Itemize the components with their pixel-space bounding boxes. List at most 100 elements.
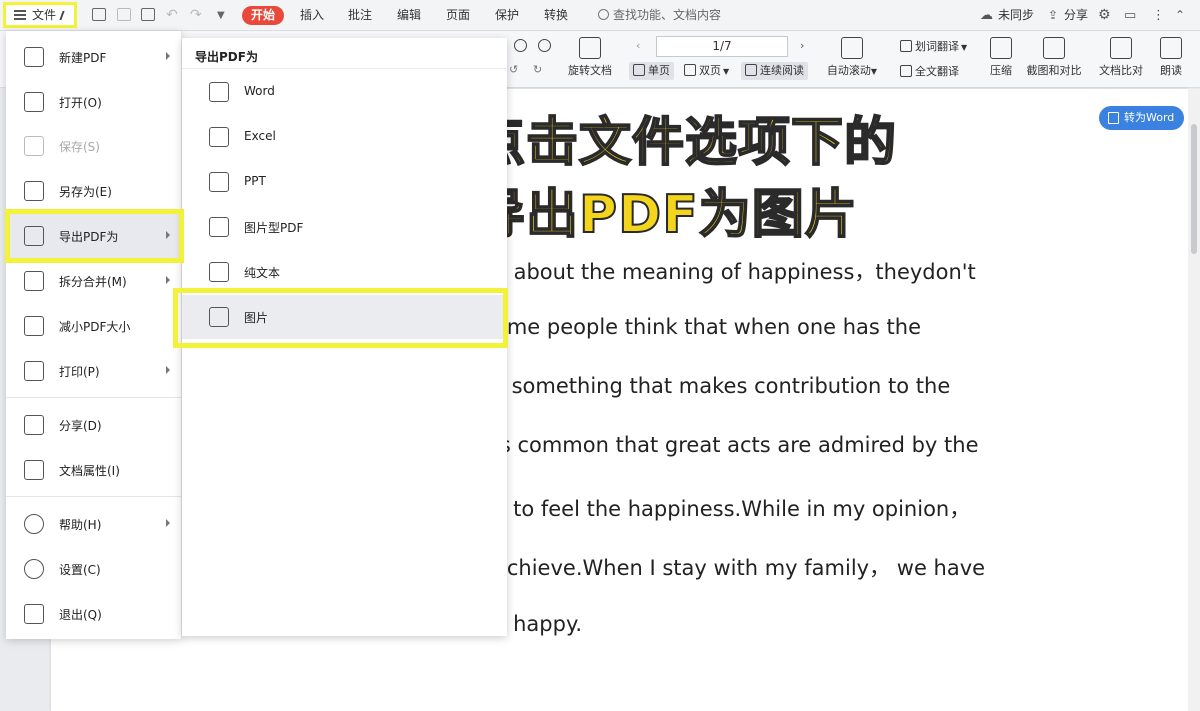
menu-item-label: 分享(D) (59, 419, 102, 433)
word-translate-icon (900, 40, 912, 52)
tab-convert[interactable]: 转换 (544, 0, 568, 31)
read-aloud-button[interactable]: 朗读 (1156, 37, 1186, 78)
next-page-icon[interactable]: › (800, 37, 804, 55)
menu-item-save[interactable]: 保存(S) (6, 124, 182, 168)
word-translate-label: 划词翻译 (915, 40, 959, 53)
file-menu-button[interactable]: 文件 (3, 2, 77, 28)
message-icon[interactable]: ▭ (1124, 0, 1136, 31)
rotate-doc-icon (579, 37, 601, 59)
hamburger-icon (14, 10, 26, 20)
rotate-left-icon[interactable]: ↺ (509, 61, 518, 79)
ppt-icon (209, 172, 229, 192)
cloud-icon: ☁ (980, 8, 993, 23)
menu-item-settings[interactable]: 设置(C) (6, 547, 182, 591)
undo-icon[interactable]: ↶ (166, 0, 178, 31)
auto-scroll-label: 自动滚动 (826, 64, 871, 77)
menu-item-doc-properties[interactable]: 文档属性(I) (6, 448, 182, 492)
compress-label: 压缩 (990, 64, 1012, 77)
menu-item-print[interactable]: 打印(P) (6, 349, 182, 393)
sync-status[interactable]: 未同步 (998, 0, 1034, 31)
word-icon (209, 82, 229, 102)
plain-text-icon (209, 262, 229, 282)
gear-icon[interactable]: ⚙ (1098, 0, 1111, 31)
highlight-export-pdf (5, 209, 184, 263)
menu-item-split-merge[interactable]: 拆分合并(M) (6, 259, 182, 303)
image-pdf-icon (209, 217, 229, 237)
tab-start[interactable]: 开始 (242, 6, 284, 25)
menu-item-new-pdf[interactable]: 新建PDF (6, 35, 182, 79)
search-box[interactable]: 查找功能、文档内容 (598, 0, 721, 31)
more-icon[interactable]: ⋮ (1152, 0, 1165, 31)
customize-dropdown-icon[interactable]: ▼ (217, 0, 225, 31)
rotate-right-icon[interactable]: ↻ (533, 61, 542, 79)
single-page-button[interactable]: 单页 (629, 62, 674, 80)
menu-item-label: 另存为(E) (59, 185, 112, 199)
zoom-in-icon[interactable] (538, 39, 551, 52)
read-aloud-label: 朗读 (1160, 64, 1182, 77)
redo-icon[interactable]: ↷ (190, 0, 202, 31)
full-translate-icon (900, 65, 912, 77)
menu-item-help[interactable]: 帮助(H) (6, 502, 182, 546)
tab-protect[interactable]: 保护 (495, 0, 519, 31)
exit-icon (24, 604, 44, 624)
open-folder-icon[interactable] (92, 8, 106, 21)
document-line: s something that makes contribution to t… (494, 374, 951, 398)
doc-compare-button[interactable]: 文档比对 (1095, 37, 1147, 78)
export-image-pdf-item[interactable]: 图片型PDF (182, 205, 507, 249)
menu-item-label: 设置(C) (59, 563, 101, 577)
word-translate-button[interactable]: 划词翻译 ▼ (900, 38, 967, 56)
convert-to-word-button[interactable]: 转为Word (1099, 106, 1184, 130)
screenshot-compare-button[interactable]: 截图和对比 (1024, 37, 1084, 78)
menu-item-open[interactable]: 打开(O) (6, 80, 182, 124)
zoom-out-icon[interactable] (514, 39, 527, 52)
full-translate-button[interactable]: 全文翻译 (900, 63, 959, 81)
continuous-reading-button[interactable]: 连续阅读 (741, 62, 808, 80)
menu-item-label: 减小PDF大小 (59, 320, 131, 334)
menu-item-label: 打印(P) (59, 365, 100, 379)
rotate-doc-button[interactable]: 旋转文档 (563, 37, 617, 78)
compress-icon (990, 37, 1012, 59)
double-page-button[interactable]: 双页 ▼ (684, 62, 729, 80)
excel-icon (209, 127, 229, 147)
menu-item-reduce-size[interactable]: 减小PDF大小 (6, 304, 182, 348)
document-line: ome people think that when one has the (494, 315, 922, 339)
menu-item-label: 退出(Q) (59, 608, 102, 622)
menu-item-exit[interactable]: 退出(Q) (6, 592, 182, 636)
page-indicator[interactable]: 1/7 (656, 36, 788, 57)
file-menu: 新建PDF 打开(O) 保存(S) 另存为(E) 导出PDF为 拆分合并(M) … (6, 31, 182, 639)
menu-item-save-as[interactable]: 另存为(E) (6, 169, 182, 213)
auto-scroll-button[interactable]: 自动滚动▼ (823, 37, 881, 78)
tab-edit[interactable]: 编辑 (397, 0, 421, 31)
vertical-scrollbar[interactable] (1188, 89, 1200, 711)
document-line: achieve.When I stay with my family， we h… (494, 556, 986, 580)
save-icon (24, 136, 44, 156)
export-item-label: Word (244, 84, 275, 98)
full-translate-label: 全文翻译 (915, 65, 959, 78)
submenu-arrow-icon (166, 519, 170, 527)
continuous-reading-icon (745, 64, 757, 76)
document-line: y to feel the happiness.While in my opin… (494, 497, 971, 521)
continuous-reading-label: 连续阅读 (760, 64, 804, 77)
compress-button[interactable]: 压缩 (986, 37, 1016, 78)
share-icon (24, 415, 44, 435)
compress-icon (24, 316, 44, 336)
export-word-item[interactable]: Word (182, 70, 507, 114)
menu-item-label: 保存(S) (59, 140, 100, 154)
tab-annotate[interactable]: 批注 (348, 0, 372, 31)
tab-page[interactable]: 页面 (446, 0, 470, 31)
print-icon[interactable] (141, 8, 155, 21)
scrollbar-thumb[interactable] (1191, 124, 1197, 254)
screenshot-compare-icon (1043, 37, 1065, 59)
export-excel-item[interactable]: Excel (182, 115, 507, 159)
cursor-icon (59, 11, 71, 20)
collapse-icon[interactable]: ⌃ (1175, 0, 1185, 31)
prev-page-icon[interactable]: ‹ (636, 37, 640, 55)
save-icon[interactable] (117, 8, 131, 21)
share-button[interactable]: 分享 (1064, 0, 1088, 31)
submenu-arrow-icon (166, 276, 170, 284)
menu-item-share[interactable]: 分享(D) (6, 403, 182, 447)
read-aloud-icon (1160, 37, 1182, 59)
menu-bar: 文件 ↶ ↷ ▼ 开始 插入 批注 编辑 页面 保护 转换 查找功能、文档内容 … (0, 0, 1200, 31)
tab-insert[interactable]: 插入 (300, 0, 324, 31)
export-ppt-item[interactable]: PPT (182, 160, 507, 204)
